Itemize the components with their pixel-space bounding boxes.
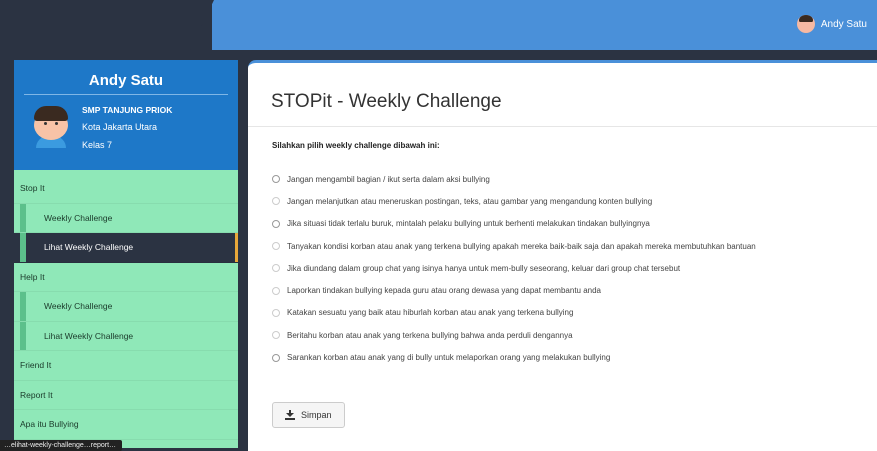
save-button[interactable]: Simpan [272, 402, 345, 428]
sidebar-item-apa-itu-bullying[interactable]: Apa itu Bullying [14, 410, 238, 440]
divider [248, 126, 877, 127]
sidebar-item-friend-it[interactable]: Friend It [14, 351, 238, 381]
sidebar-item-report-it[interactable]: Report It [14, 381, 238, 410]
sidebar-item-lihat-weekly-challenge[interactable]: Lihat Weekly Challenge [14, 233, 238, 263]
radio-button[interactable] [272, 197, 280, 206]
challenge-option[interactable]: Jika situasi tidak terlalu buruk, mintal… [272, 213, 756, 235]
challenge-option[interactable]: Jangan melanjutkan atau meneruskan posti… [272, 190, 756, 212]
sidebar-item-weekly-challenge[interactable]: Weekly Challenge [14, 203, 238, 233]
download-icon [285, 410, 295, 420]
user-name: Andy Satu [820, 18, 867, 30]
user-menu[interactable]: Andy Satu [796, 15, 867, 33]
profile-class: Kelas 7 [82, 140, 113, 150]
profile-city: Kota Jakarta Utara [82, 122, 158, 132]
challenge-option[interactable]: Jangan mengambil bagian / ikut serta dal… [272, 168, 756, 190]
challenge-options: Jangan mengambil bagian / ikut serta dal… [272, 168, 756, 369]
divider [24, 94, 228, 95]
radio-button[interactable] [272, 175, 280, 184]
challenge-option[interactable]: Katakan sesuatu yang baik atau hiburlah … [272, 302, 756, 324]
radio-button[interactable] [272, 331, 280, 340]
avatar-icon [30, 104, 72, 148]
challenge-option[interactable]: Tanyakan kondisi korban atau anak yang t… [272, 235, 756, 257]
avatar [796, 15, 815, 33]
radio-button[interactable] [272, 308, 280, 317]
profile-card: Andy Satu SMP TANJUNG PRIOK Kota Jakarta… [14, 60, 238, 170]
status-tooltip: …elihat-weekly-challenge…report… [0, 440, 123, 451]
radio-button[interactable] [272, 286, 280, 295]
challenge-option[interactable]: Jika diundang dalam group chat yang isin… [272, 257, 756, 279]
radio-button[interactable] [272, 353, 280, 362]
sidebar: Andy Satu SMP TANJUNG PRIOK Kota Jakarta… [14, 60, 238, 448]
main-content: STOPit - Weekly Challenge Silahkan pilih… [248, 60, 877, 451]
challenge-option[interactable]: Sarankan korban atau anak yang di bully … [272, 346, 756, 368]
sidebar-item-help-lihat-weekly-challenge[interactable]: Lihat Weekly Challenge [14, 321, 238, 351]
navbar-brand-area [0, 0, 212, 50]
radio-button[interactable] [272, 219, 280, 228]
challenge-option[interactable]: Laporkan tindakan bullying kepada guru a… [272, 279, 756, 301]
challenge-option[interactable]: Beritahu korban atau anak yang terkena b… [272, 324, 756, 346]
profile-name: Andy Satu [88, 72, 164, 89]
sidebar-item-stop-it[interactable]: Stop It [14, 174, 238, 204]
sidebar-menu: Stop It Weekly Challenge Lihat Weekly Ch… [14, 174, 238, 440]
radio-button[interactable] [272, 242, 280, 251]
top-navbar: Andy Satu [0, 0, 877, 50]
profile-school: SMP TANJUNG PRIOK [82, 105, 173, 115]
save-button-label: Simpan [301, 410, 332, 420]
sidebar-item-help-it[interactable]: Help It [14, 263, 238, 292]
navbar-slant [190, 0, 214, 50]
radio-button[interactable] [272, 264, 280, 273]
page-title: STOPit - Weekly Challenge [271, 91, 502, 112]
instruction-text: Silahkan pilih weekly challenge dibawah … [272, 141, 440, 150]
sidebar-item-help-weekly-challenge[interactable]: Weekly Challenge [14, 292, 238, 322]
